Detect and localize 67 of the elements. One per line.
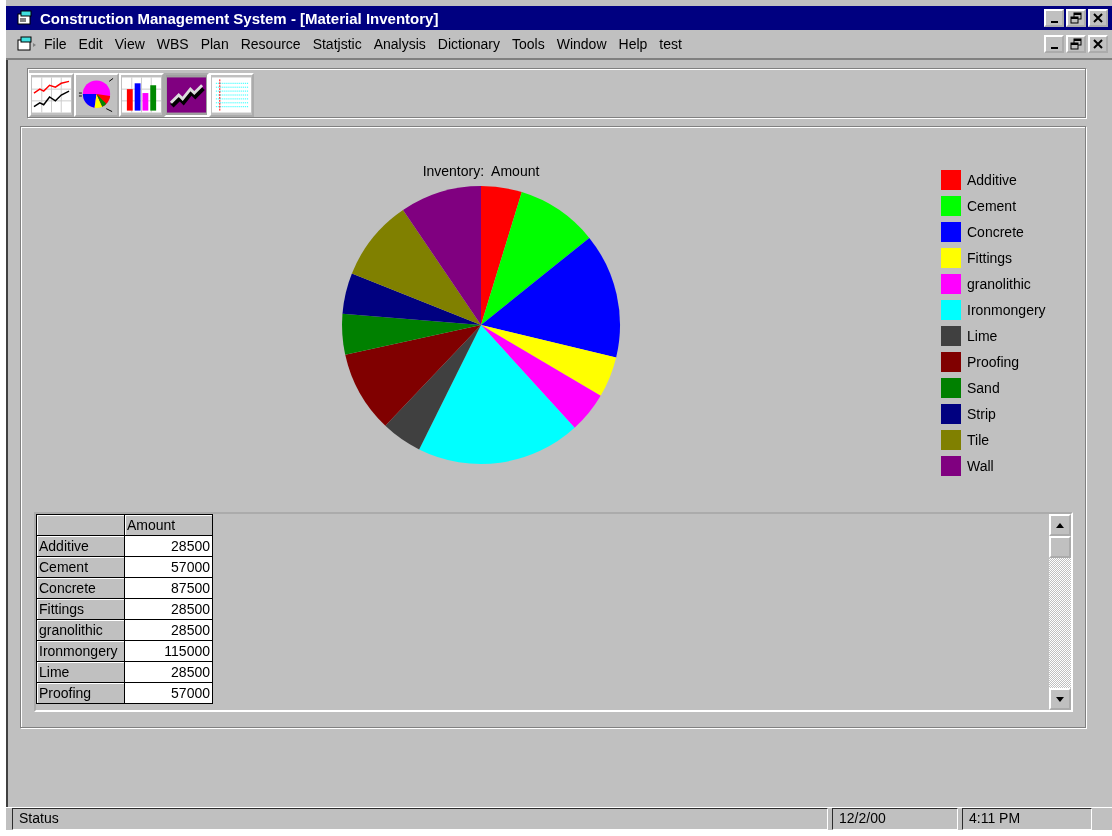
app-icon — [16, 10, 34, 26]
chart-type-button[interactable] — [164, 73, 209, 117]
minimize-icon — [1050, 21, 1058, 23]
restore-button[interactable] — [1066, 9, 1086, 27]
line-chart-icon — [32, 77, 71, 113]
legend-label: Lime — [967, 328, 998, 344]
legend-label: Sand — [967, 380, 1000, 396]
menu-item[interactable]: File — [38, 36, 73, 52]
close-button[interactable] — [1088, 35, 1108, 53]
restore-icon — [1069, 37, 1083, 51]
legend-label: Wall — [967, 458, 994, 474]
menu-item[interactable]: Tools — [506, 36, 551, 52]
scroll-up-button[interactable] — [1049, 514, 1071, 536]
down-arrow-icon — [1056, 696, 1064, 702]
restore-button[interactable] — [1066, 35, 1086, 53]
legend-label: Concrete — [967, 224, 1024, 240]
menu-item[interactable]: Plan — [194, 36, 235, 52]
row-header: Fittings — [36, 598, 125, 620]
status-text: Status — [12, 808, 828, 830]
row-header: Additive — [36, 535, 125, 557]
window-title: Construction Management System - [Material Inventory] — [40, 9, 440, 27]
legend-label: Proofing — [967, 354, 1020, 370]
menu-item[interactable]: Analysis — [367, 36, 432, 52]
row-header: Ironmongery — [36, 640, 125, 662]
bar-chart-icon — [122, 77, 161, 113]
close-icon — [1091, 11, 1105, 25]
menu-item[interactable]: View — [108, 36, 151, 52]
row-header: Lime — [36, 661, 125, 683]
vertical-scrollbar[interactable] — [1048, 514, 1071, 710]
menu-item[interactable]: Resource — [234, 36, 307, 52]
status-time: 4:11 PM — [962, 808, 1092, 830]
chart-type-button[interactable] — [119, 73, 164, 117]
legend-label: Tile — [967, 432, 990, 448]
menu-item[interactable]: WBS — [150, 36, 195, 52]
chart-type-button[interactable] — [29, 73, 74, 117]
minimize-button[interactable] — [1044, 9, 1064, 27]
legend-label: Cement — [967, 198, 1017, 214]
minimize-icon — [1050, 47, 1058, 49]
grid-sheet-icon — [212, 77, 251, 113]
close-icon — [1091, 37, 1105, 51]
menu-item[interactable]: test — [653, 36, 688, 52]
row-header: Proofing — [36, 682, 125, 704]
document-icon[interactable] — [16, 36, 38, 52]
row-header: Cement — [36, 556, 125, 578]
menu-item[interactable]: Dictionary — [431, 36, 507, 52]
pie-chart-icon — [77, 77, 116, 113]
legend-label: Additive — [967, 172, 1017, 188]
legend-label: Ironmongery — [967, 302, 1046, 318]
close-button[interactable] — [1088, 9, 1108, 27]
minimize-button[interactable] — [1044, 35, 1064, 53]
restore-icon — [1069, 11, 1083, 25]
scroll-thumb[interactable] — [1049, 536, 1071, 558]
chart-title: Inventory: Amount — [422, 163, 540, 179]
column-header: Amount — [124, 514, 213, 536]
up-arrow-icon — [1056, 522, 1064, 528]
menu-item[interactable]: Help — [612, 36, 654, 52]
status-date: 12/2/00 — [832, 808, 958, 830]
row-header: granolithic — [36, 619, 125, 641]
chart-type-button[interactable] — [74, 73, 119, 117]
scroll-down-button[interactable] — [1049, 688, 1071, 710]
menu-item[interactable]: Edit — [72, 36, 109, 52]
legend-label: Fittings — [967, 250, 1013, 266]
legend-label: granolithic — [967, 276, 1031, 292]
legend-label: Strip — [967, 406, 996, 422]
menu-item[interactable]: Statjstic — [306, 36, 368, 52]
menu-item[interactable]: Window — [550, 36, 613, 52]
row-header: Concrete — [36, 577, 125, 599]
